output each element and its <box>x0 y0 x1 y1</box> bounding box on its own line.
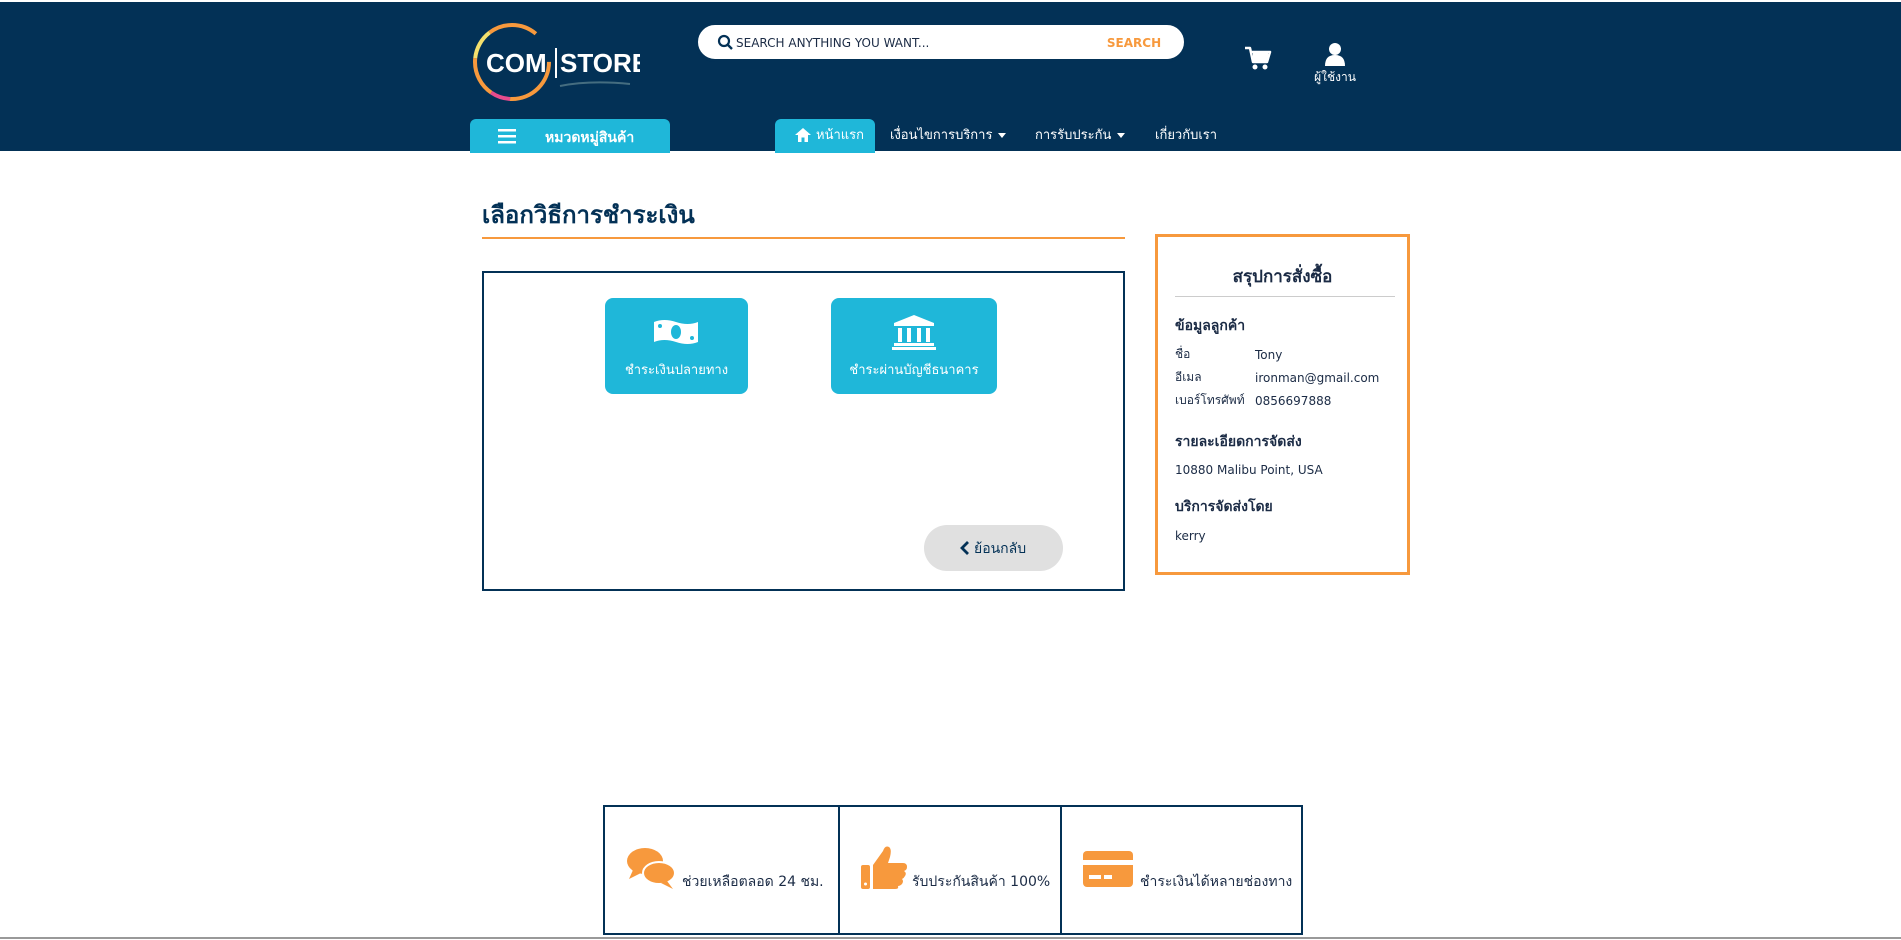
search-bar: SEARCH <box>695 22 1187 62</box>
back-label: ย้อนกลับ <box>974 540 1027 556</box>
feature-payment: ชำระเงินได้หลายช่องทาง <box>1062 807 1301 933</box>
nav-about-label: เกี่ยวกับเรา <box>1155 128 1218 143</box>
page-title: เลือกวิธีการชำระเงิน <box>482 201 695 229</box>
search-button[interactable]: SEARCH <box>1086 27 1182 59</box>
summary-divider <box>1175 296 1395 297</box>
nav-service-terms[interactable]: เงื่อนไขการบริการ <box>890 119 1007 153</box>
customer-phone-value: 0856697888 <box>1255 394 1332 408</box>
nav-about[interactable]: เกี่ยวกับเรา <box>1155 119 1217 153</box>
customer-name-value: Tony <box>1255 348 1283 362</box>
user-icon <box>1325 43 1345 66</box>
feature-payment-label: ชำระเงินได้หลายช่องทาง <box>1140 874 1293 890</box>
user-account-button[interactable]: ผู้ใช้งาน <box>1307 42 1363 88</box>
back-button[interactable]: ย้อนกลับ <box>924 525 1063 571</box>
nav-home-label: หน้าแรก <box>816 128 864 143</box>
feature-support: ช่วยเหลือตลอด 24 ชม. <box>605 807 840 933</box>
caret-down-icon <box>1117 133 1126 138</box>
feature-warranty: รับประกันสินค้า 100% <box>840 807 1062 933</box>
cart-button[interactable] <box>1243 44 1273 72</box>
search-icon <box>717 34 733 50</box>
customer-email-value: ironman@gmail.com <box>1255 371 1380 385</box>
pay-bank-transfer-label: ชำระผ่านบัญชีธนาคาร <box>849 363 979 378</box>
customer-phone-label: เบอร์โทรศัพท์ <box>1175 393 1245 407</box>
credit-card-icon <box>1083 851 1133 887</box>
svg-text:COM: COM <box>486 48 547 78</box>
payment-options-panel: ชำระเงินปลายทาง ชำระผ่านบัญชีธนาคาร ย้อน… <box>482 271 1125 591</box>
cash-icon <box>654 320 698 344</box>
title-divider <box>482 237 1125 239</box>
site-header: COM STORE SEARCH ผู้ใช้งาน <box>0 2 1901 153</box>
pay-cash-on-delivery-label: ชำระเงินปลายทาง <box>624 363 729 378</box>
hamburger-icon <box>498 129 516 144</box>
caret-down-icon <box>998 133 1007 138</box>
nav-warranty-label: การรับประกัน <box>1035 128 1112 143</box>
feature-warranty-label: รับประกันสินค้า 100% <box>912 874 1051 890</box>
pay-bank-transfer-button[interactable]: ชำระผ่านบัญชีธนาคาร <box>831 298 997 394</box>
nav-warranty[interactable]: การรับประกัน <box>1035 119 1126 153</box>
order-summary-panel: สรุปการสั่งซื้อ ข้อมูลลูกค้า ชื่อ Tony อ… <box>1155 234 1410 575</box>
feature-support-label: ช่วยเหลือตลอด 24 ชม. <box>682 874 824 890</box>
carrier-title: บริการจัดส่งโดย <box>1175 499 1273 515</box>
svg-text:STORE: STORE <box>560 48 640 78</box>
shipping-details-title: รายละเอียดการจัดส่ง <box>1175 434 1302 450</box>
nav-home[interactable]: หน้าแรก <box>775 119 875 153</box>
pay-cash-on-delivery-button[interactable]: ชำระเงินปลายทาง <box>605 298 748 394</box>
store-logo[interactable]: COM STORE <box>470 20 649 104</box>
customer-name-label: ชื่อ <box>1175 347 1191 361</box>
user-label: ผู้ใช้งาน <box>1314 70 1356 84</box>
cart-icon <box>1245 46 1272 70</box>
features-strip: ช่วยเหลือตลอด 24 ชม. รับประกันสินค้า 100… <box>603 805 1303 935</box>
chat-icon <box>627 848 676 889</box>
chevron-left-icon <box>960 541 969 555</box>
category-menu-label: หมวดหมู่สินค้า <box>545 130 635 146</box>
search-input[interactable] <box>734 29 1114 57</box>
carrier-name: kerry <box>1175 529 1206 543</box>
bank-icon <box>892 315 936 350</box>
customer-info-title: ข้อมูลลูกค้า <box>1175 318 1246 334</box>
customer-email-label: อีเมล <box>1175 370 1202 384</box>
nav-service-terms-label: เงื่อนไขการบริการ <box>890 128 993 143</box>
category-menu-button[interactable]: หมวดหมู่สินค้า <box>470 119 670 153</box>
bottom-border <box>0 937 1901 939</box>
thumbs-up-icon <box>861 846 907 889</box>
home-icon <box>795 128 811 142</box>
order-summary-title: สรุปการสั่งซื้อ <box>1232 267 1333 287</box>
shipping-address: 10880 Malibu Point, USA <box>1175 463 1323 477</box>
